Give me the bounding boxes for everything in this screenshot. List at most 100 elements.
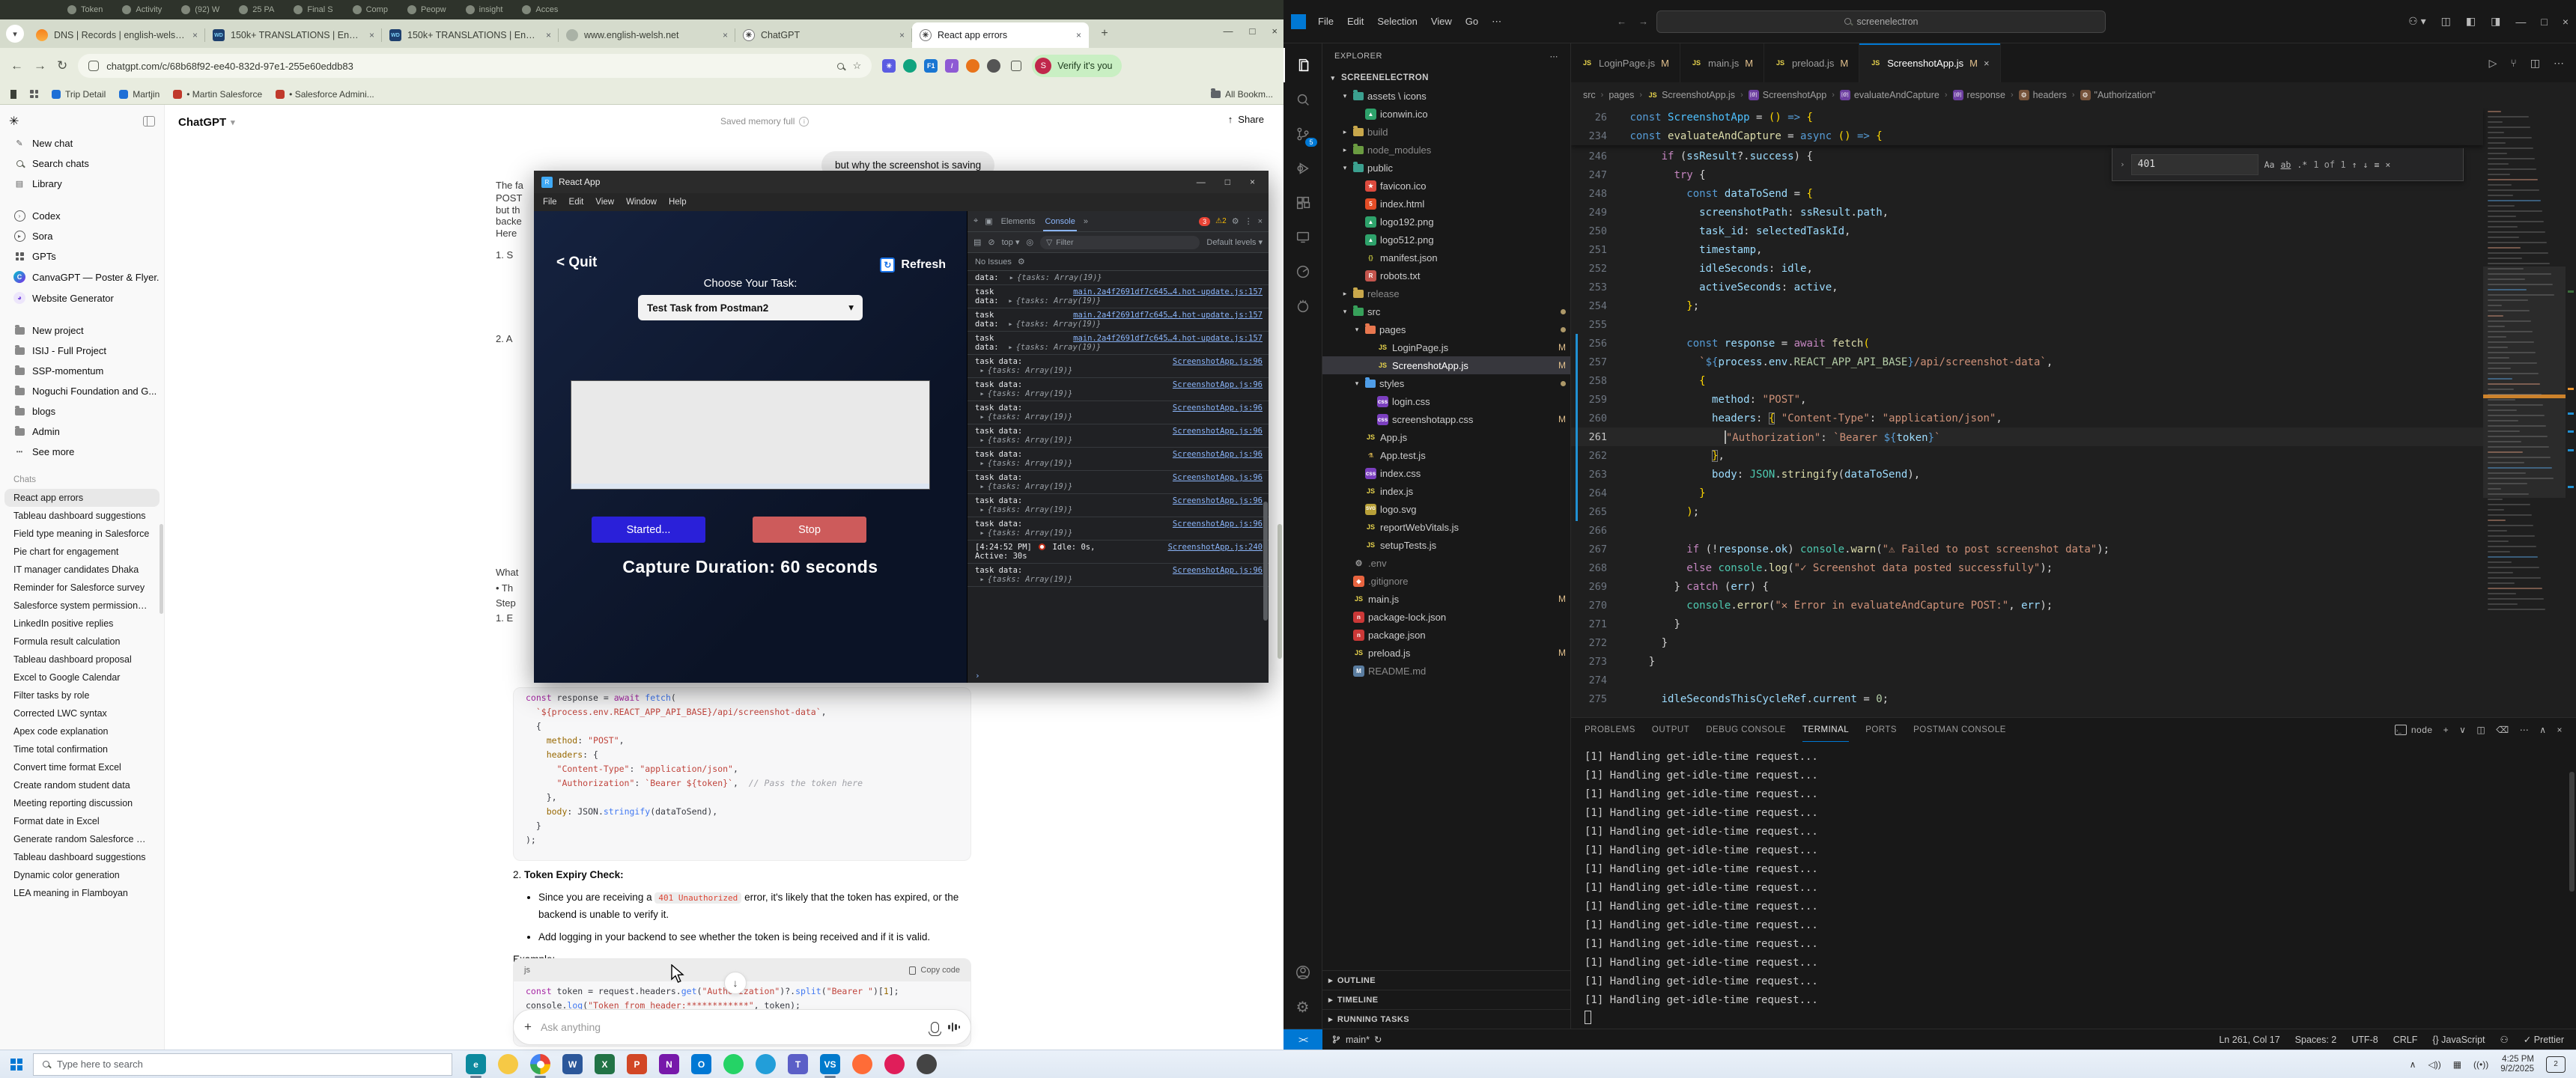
console-entry[interactable]: task data:ScreenshotApp.js:96 ▸{tasks: A… — [967, 401, 1269, 424]
code-line-275[interactable]: 275 idleSecondsThisCycleRef.current = 0; — [1571, 689, 2483, 708]
taskbar-app-icon[interactable]: X — [595, 1054, 615, 1074]
tree-file-index.js[interactable]: JSindex.js — [1322, 482, 1570, 500]
chat-list-item[interactable]: Reminder for Salesforce survey — [4, 579, 160, 597]
kill-terminal-icon[interactable]: ⌫ — [2496, 725, 2509, 735]
browser-tab[interactable]: ✳ChatGPT× — [735, 22, 912, 48]
chat-list-item[interactable]: Tableau dashboard suggestions — [4, 507, 160, 525]
console-entry[interactable]: task data:ScreenshotApp.js:96 ▸{tasks: A… — [967, 564, 1269, 587]
split-terminal-icon[interactable]: ◫ — [2476, 725, 2485, 735]
code-line-264[interactable]: 264 } — [1571, 484, 2483, 502]
tree-folder-screenelectron[interactable]: ▾SCREENELECTRON — [1322, 69, 1570, 87]
tree-file-readme.md[interactable]: MREADME.md — [1322, 662, 1570, 680]
close-icon[interactable]: × — [1250, 177, 1255, 187]
code-line-258[interactable]: 258 { — [1571, 371, 2483, 390]
tree-folder-styles[interactable]: ▾styles — [1322, 374, 1570, 392]
new-tab-button[interactable]: + — [1095, 24, 1114, 43]
console-source-link[interactable]: ScreenshotApp.js:96 — [1173, 566, 1263, 575]
code-line-272[interactable]: 272 } — [1571, 633, 2483, 652]
keyboard-icon[interactable]: ▦ — [2453, 1059, 2461, 1070]
console-filter-input[interactable]: ▽ Filter — [1040, 236, 1200, 249]
vscode-close-button[interactable]: × — [2563, 16, 2569, 28]
panel-tab-terminal[interactable]: TERMINAL — [1802, 725, 1849, 742]
tree-file-logo512.png[interactable]: ▲logo512.png — [1322, 231, 1570, 249]
menu-file[interactable]: File — [543, 198, 557, 207]
breadcrumb-item[interactable]: [@]response — [1953, 90, 2005, 100]
status-utf-8[interactable]: UTF-8 — [2351, 1035, 2378, 1045]
find-next-icon[interactable]: ↓ — [2363, 159, 2369, 170]
status-javascript[interactable]: {} JavaScript — [2432, 1035, 2485, 1045]
console-entry[interactable]: taskmain.2a4f2691df7c645…4.hot-update.js… — [967, 308, 1269, 332]
code-line-265[interactable]: 265 ); — [1571, 502, 2483, 521]
menu-window[interactable]: Window — [626, 198, 657, 207]
chat-list-item[interactable]: Filter tasks by role — [4, 686, 160, 704]
sidebar-item-gpts[interactable]: GPTs — [4, 246, 160, 267]
new-terminal-icon[interactable]: + — [2443, 725, 2449, 735]
activity-remote-explorer-icon[interactable] — [1284, 220, 1322, 255]
reload-button[interactable]: ↻ — [57, 58, 67, 73]
tree-folder-public[interactable]: ▾public — [1322, 159, 1570, 177]
chat-list-item[interactable]: LEA meaning in Flamboyan — [4, 884, 160, 902]
panel-more-icon[interactable]: ⋯ — [2520, 725, 2530, 735]
quit-button[interactable]: < Quit — [556, 255, 597, 271]
find-close-icon[interactable]: × — [2385, 159, 2390, 170]
tab-close-icon[interactable]: × — [1076, 30, 1081, 40]
activity-run-debug-icon[interactable] — [1284, 151, 1322, 186]
sync-icon[interactable]: ↻ — [1374, 1034, 1382, 1045]
breadcrumb[interactable]: src›pages›JSScreenshotApp.js›[@]Screensh… — [1571, 82, 2576, 108]
stop-button[interactable]: Stop — [753, 517, 866, 543]
console-sidebar-icon[interactable]: ▤ — [973, 237, 981, 247]
clear-console-icon[interactable]: ⊘ — [988, 237, 994, 247]
tab-search-chevron-icon[interactable]: ▾ — [6, 25, 24, 43]
chat-list-item[interactable]: Tableau dashboard proposal — [4, 651, 160, 669]
breadcrumb-item[interactable]: ⚙headers — [2019, 90, 2067, 100]
devtools-close-icon[interactable]: × — [1258, 217, 1263, 226]
react-app-titlebar[interactable]: R React App — □ × — [534, 171, 1269, 193]
panel-tab-problems[interactable]: PROBLEMS — [1585, 725, 1635, 734]
breadcrumb-item[interactable]: src — [1583, 90, 1596, 100]
tree-file-preload.js[interactable]: JSpreload.jsM — [1322, 644, 1570, 662]
tree-file-logo.svg[interactable]: SVGlogo.svg — [1322, 500, 1570, 518]
taskbar-app-icon[interactable] — [530, 1054, 550, 1074]
console-entry[interactable]: task data:ScreenshotApp.js:96 ▸{tasks: A… — [967, 517, 1269, 540]
code-line-269[interactable]: 269 } catch (err) { — [1571, 577, 2483, 596]
status-crlf[interactable]: CRLF — [2393, 1035, 2418, 1045]
editor-tab-preload.js[interactable]: JSpreload.jsM — [1764, 43, 1859, 82]
microphone-icon[interactable] — [931, 1022, 939, 1033]
console-entry[interactable]: task data:ScreenshotApp.js:96 ▸{tasks: A… — [967, 471, 1269, 494]
chat-list-item[interactable]: IT manager candidates Dhaka — [4, 561, 160, 579]
code-editor[interactable]: 26 const ScreenshotApp = () => {234 cons… — [1571, 108, 2576, 717]
breadcrumb-item[interactable]: pages — [1609, 90, 1634, 100]
explorer-more-icon[interactable]: ⋯ — [1550, 52, 1559, 61]
minimize-icon[interactable]: — — [1197, 177, 1206, 187]
taskbar-app-icon[interactable]: P — [627, 1054, 647, 1074]
console-source-link[interactable]: main.2a4f2691df7c645…4.hot-update.js:157 — [1073, 311, 1263, 320]
extension-icon[interactable] — [903, 59, 917, 73]
command-search-box[interactable]: screenelectron — [1656, 10, 2106, 33]
tree-file-screenshotapp.js[interactable]: JSScreenshotApp.jsM — [1322, 356, 1570, 374]
console-entry[interactable]: task data:ScreenshotApp.js:96 ▸{tasks: A… — [967, 448, 1269, 471]
refresh-button[interactable]: ↻ Refresh — [880, 258, 946, 272]
code-line-266[interactable]: 266 — [1571, 521, 2483, 540]
find-expand-chevron[interactable]: › — [2120, 159, 2125, 169]
console-prompt[interactable]: › — [967, 669, 1269, 683]
console-source-link[interactable]: ScreenshotApp.js:96 — [1173, 473, 1263, 482]
chat-list-item[interactable]: Convert time format Excel — [4, 758, 160, 776]
model-picker[interactable]: ChatGPT▾ — [178, 116, 235, 129]
clock[interactable]: 4:25 PM 9/2/2025 — [2500, 1055, 2534, 1074]
site-info-icon[interactable] — [88, 61, 99, 71]
apps-grid-icon[interactable] — [30, 90, 38, 98]
section-outline[interactable]: ▸OUTLINE — [1322, 970, 1570, 990]
address-bar[interactable]: chatgpt.com/c/68b68f92-ee40-832d-97e1-25… — [78, 54, 872, 78]
taskbar-search[interactable]: Type here to search — [33, 1053, 452, 1076]
sidebar-item-codex[interactable]: ›Codex — [4, 206, 160, 226]
code-line-26[interactable]: 26 const ScreenshotApp = () => { — [1571, 108, 2483, 127]
tree-file-package.json[interactable]: npackage.json — [1322, 626, 1570, 644]
notifications-button[interactable]: 2 — [2546, 1056, 2566, 1073]
taskbar-app-icon[interactable]: VS — [820, 1054, 840, 1074]
back-button[interactable]: ← — [10, 58, 23, 73]
tree-folder-release[interactable]: ▸release — [1322, 284, 1570, 302]
tab-close-icon[interactable]: × — [899, 30, 905, 40]
browser-tab[interactable]: WD150k+ TRANSLATIONS | English× — [382, 22, 559, 48]
split-editor-icon[interactable]: ◫ — [2530, 57, 2540, 70]
tree-file-app.test.js[interactable]: ⚗App.test.js — [1322, 446, 1570, 464]
